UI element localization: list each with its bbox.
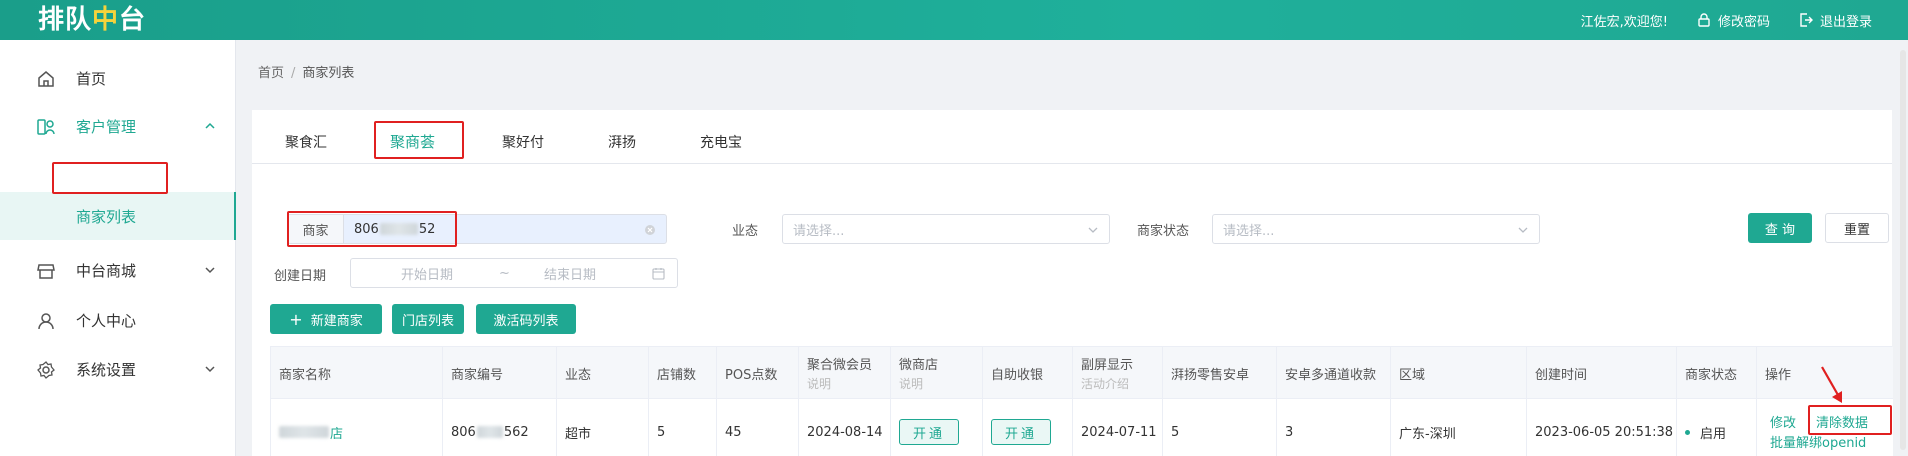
clear-icon[interactable] [644, 224, 656, 236]
pyretail-cell: 5 [1163, 399, 1277, 456]
user-icon [38, 313, 54, 330]
annotation-arrow-icon [1821, 366, 1842, 403]
sidebar-item-personal[interactable]: 个人中心 [0, 296, 236, 344]
logout-link[interactable]: 退出登录 [1798, 11, 1872, 30]
sidebar-item-home[interactable]: 首页 [0, 54, 236, 102]
column-header: 区域 [1391, 347, 1527, 399]
highlight-merchant-list [52, 162, 168, 194]
tab-juhaofu[interactable]: 聚好付 [502, 132, 544, 152]
created-date-label: 创建日期 [274, 269, 327, 284]
industry-select[interactable]: 请选择... [782, 214, 1110, 244]
micro-store-cell: 开通 [891, 399, 983, 456]
logout-icon [1800, 13, 1813, 27]
screen-date-cell: 2024-07-11 [1073, 399, 1163, 456]
query-button[interactable]: 查 询 [1748, 213, 1812, 243]
column-header: 商家编号 [443, 347, 557, 399]
chevron-down-icon [1518, 227, 1528, 233]
open-button[interactable]: 开通 [991, 419, 1051, 445]
store-icon [37, 264, 55, 279]
breadcrumb: 首页 / 商家列表 [258, 66, 355, 81]
column-header: 聚合微会员 说明 [799, 347, 891, 399]
change-password-link[interactable]: 修改密码 [1696, 11, 1770, 30]
table-header: 商家名称 商家编号 业态 店铺数 POS点数 聚合微会员 说明 微商店 说明 自助收… [271, 347, 1893, 399]
highlight-merchant-filter [287, 211, 457, 247]
chevron-down-icon [205, 267, 215, 274]
chevron-down-icon [205, 366, 215, 373]
blurred-text [476, 426, 503, 438]
column-header: 安卓多通道收款 [1277, 347, 1391, 399]
home-icon [38, 71, 54, 87]
table-row: 店 806 562 超市 5 45 2024-08-14 开通 开通 2024-0… [271, 399, 1893, 456]
tab-jushihui[interactable]: 聚食汇 [285, 132, 327, 152]
member-date-cell: 2024-08-14 [799, 399, 891, 456]
activation-code-list-button[interactable]: 激活码列表 [476, 304, 576, 334]
region-cell: 广东-深圳 [1391, 399, 1527, 456]
merchant-name-cell[interactable]: 店 [271, 399, 443, 456]
column-header: 自助收银 [983, 347, 1073, 399]
lock-icon [1698, 13, 1710, 27]
sidebar-item-store[interactable]: 中台商城 [0, 246, 236, 294]
logo: 排队中台 [38, 5, 147, 35]
sidebar-item-customer[interactable]: 客户管理 [0, 102, 236, 150]
content-card: 聚食汇 聚商荟 聚好付 湃扬 充电宝 商家 806 52 业态 请选择... 商家… [252, 110, 1893, 456]
status-dot [1685, 429, 1690, 435]
sidebar: 首页 客户管理 商家列表 中台商城 个人中心 系统设置 [0, 40, 236, 456]
column-header: 店铺数 [649, 347, 717, 399]
self-checkout-cell: 开通 [983, 399, 1073, 456]
edit-link[interactable]: 修改 [1770, 412, 1796, 431]
customer-icon [37, 119, 55, 135]
date-range-picker[interactable]: 开始日期 ~ 结束日期 [350, 258, 678, 288]
created-time-cell: 2023-06-05 20:51:38 [1527, 399, 1677, 456]
chevron-down-icon [1088, 227, 1098, 233]
industry-cell: 超市 [557, 399, 649, 456]
new-merchant-button[interactable]: + 新建商家 [270, 304, 382, 334]
stores-cell: 5 [649, 399, 717, 456]
welcome-text: 江佐宏,欢迎您! [1580, 14, 1668, 30]
blurred-text [279, 426, 329, 438]
column-header: 商家状态 [1677, 347, 1757, 399]
status-select[interactable]: 请选择... [1212, 214, 1540, 244]
main-content: 首页 / 商家列表 聚食汇 聚商荟 聚好付 湃扬 充电宝 商家 806 52 业态 请… [252, 40, 1908, 456]
column-header: 创建时间 [1527, 347, 1677, 399]
column-header: POS点数 [717, 347, 799, 399]
column-header: 商家名称 [271, 347, 443, 399]
open-button[interactable]: 开通 [899, 419, 959, 445]
status-label: 商家状态 [1137, 224, 1190, 239]
pos-cell: 45 [717, 399, 799, 456]
calendar-icon [652, 268, 665, 280]
highlight-clear-data [1808, 405, 1892, 435]
sidebar-item-settings[interactable]: 系统设置 [0, 345, 236, 393]
plus-icon: + [289, 309, 303, 329]
breadcrumb-home[interactable]: 首页 [258, 66, 284, 81]
sidebar-item-merchant-list[interactable]: 商家列表 [0, 192, 236, 240]
highlight-tab [374, 121, 464, 159]
tab-paiyang[interactable]: 湃扬 [608, 132, 636, 152]
chevron-up-icon [205, 122, 215, 129]
industry-label: 业态 [732, 224, 759, 239]
column-header: 湃扬零售安卓 [1163, 347, 1277, 399]
merchant-code-cell: 806 562 [443, 399, 557, 456]
tab-chongdianbao[interactable]: 充电宝 [700, 132, 742, 152]
column-header: 业态 [557, 347, 649, 399]
multichannel-cell: 3 [1277, 399, 1391, 456]
status-cell: 启用 [1677, 399, 1757, 456]
reset-button[interactable]: 重置 [1825, 213, 1889, 243]
column-header: 副屏显示 活动介绍 [1073, 347, 1163, 399]
tab-bar: 聚食汇 聚商荟 聚好付 湃扬 充电宝 [252, 118, 1892, 164]
top-header: 排队中台 江佐宏,欢迎您! 修改密码 退出登录 [0, 0, 1908, 40]
column-header: 微商店 说明 [891, 347, 983, 399]
merchant-table: 商家名称 商家编号 业态 店铺数 POS点数 聚合微会员 说明 微商店 说明 自助收… [270, 346, 1893, 456]
scrollbar[interactable] [1900, 50, 1906, 450]
gear-icon [37, 361, 55, 379]
breadcrumb-current: 商家列表 [302, 66, 355, 81]
store-list-button[interactable]: 门店列表 [392, 304, 464, 334]
